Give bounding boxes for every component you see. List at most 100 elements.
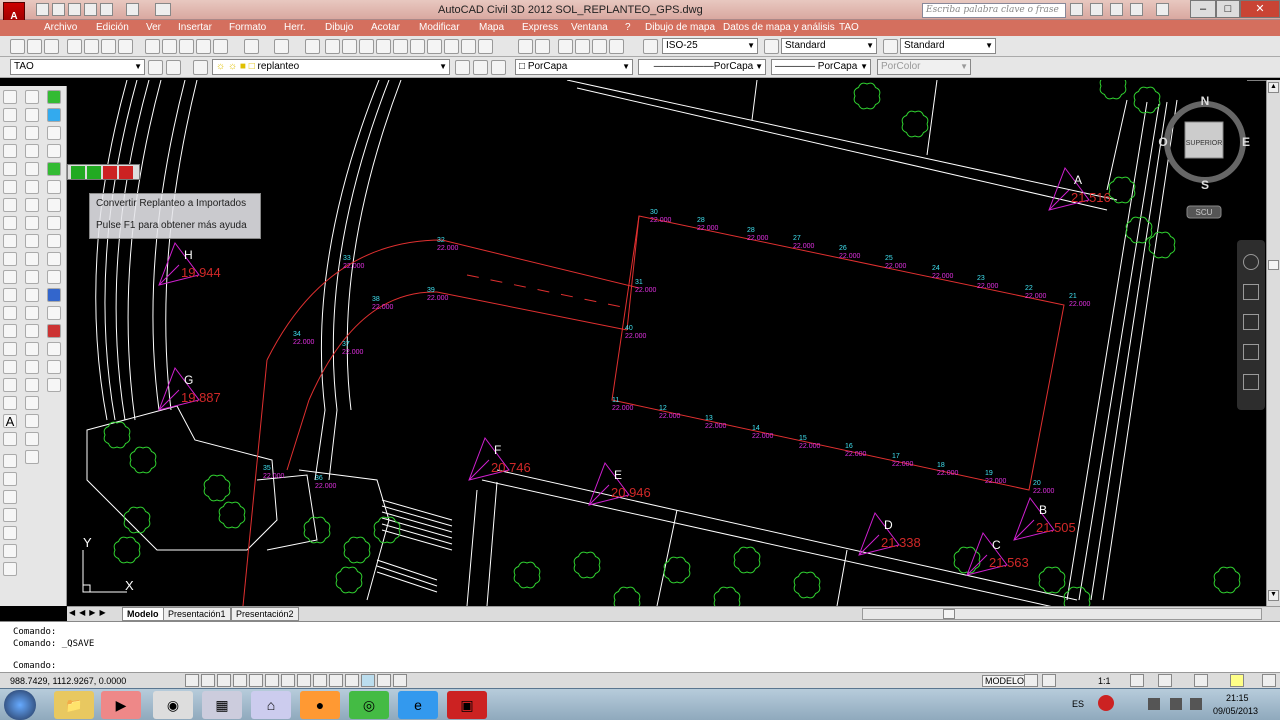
- paste-icon[interactable]: [179, 39, 194, 54]
- command-prompt[interactable]: Comando:: [13, 661, 56, 671]
- open-icon[interactable]: [27, 39, 42, 54]
- model-space-button[interactable]: MODELO: [982, 675, 1028, 687]
- action-center-icon[interactable]: [1098, 695, 1114, 711]
- 3dosnap-icon[interactable]: [281, 674, 295, 687]
- help-icon[interactable]: [478, 39, 493, 54]
- drawing-canvas[interactable]: 11 22.000 12 22.000 13 22.000 14 22.000 15 22.000…: [67, 80, 1266, 606]
- tao-tool13-icon[interactable]: [47, 306, 61, 320]
- blend-icon[interactable]: [25, 378, 39, 392]
- scroll-down-icon[interactable]: ▼: [1268, 590, 1279, 601]
- menu-ventana[interactable]: Ventana: [571, 22, 608, 33]
- lwt-icon[interactable]: [345, 674, 359, 687]
- layers6-icon[interactable]: [3, 544, 17, 558]
- mirror-icon[interactable]: [25, 126, 39, 140]
- internet-explorer-taskbar-icon[interactable]: e: [398, 691, 438, 719]
- erase-icon[interactable]: [25, 90, 39, 104]
- 3d-dwf-icon[interactable]: [118, 39, 133, 54]
- orbit-icon[interactable]: [1243, 344, 1259, 360]
- menu-ver[interactable]: Ver: [146, 22, 161, 33]
- zoom-window-icon[interactable]: [342, 39, 357, 54]
- region-icon[interactable]: [3, 378, 17, 392]
- snap-icon[interactable]: [201, 674, 215, 687]
- menu-dibujo[interactable]: Dibujo: [325, 22, 353, 33]
- maximize-button[interactable]: □: [1216, 0, 1240, 18]
- rectangle-icon[interactable]: [3, 162, 17, 176]
- circle-icon[interactable]: [3, 198, 17, 212]
- chamfer-icon[interactable]: [25, 342, 39, 356]
- point-28[interactable]: 2822.000: [747, 227, 769, 242]
- point-19[interactable]: 1922.000: [985, 470, 1007, 485]
- pan-hand-icon[interactable]: [1243, 284, 1259, 300]
- menu-acotar[interactable]: Acotar: [371, 22, 400, 33]
- point-37[interactable]: 3722.000: [342, 341, 364, 356]
- station-B[interactable]: B 21.505: [1013, 496, 1076, 541]
- quick-view-drawings-icon[interactable]: [1042, 674, 1056, 687]
- tao-tool1-icon[interactable]: [47, 90, 61, 104]
- line-icon[interactable]: [3, 90, 17, 104]
- firefox-taskbar-icon[interactable]: ●: [300, 691, 340, 719]
- point-40[interactable]: 4022.000: [625, 325, 647, 340]
- clock-date[interactable]: 09/05/2013: [1213, 706, 1258, 716]
- layers2-icon[interactable]: [3, 472, 17, 486]
- point-22[interactable]: 2222.000: [1025, 285, 1047, 300]
- point-icon[interactable]: [3, 324, 17, 338]
- tao-tool4-icon[interactable]: [47, 144, 61, 158]
- tao-import-icon[interactable]: [71, 166, 85, 179]
- point-30[interactable]: 3022.000: [650, 209, 672, 224]
- favorites-icon[interactable]: [1130, 3, 1143, 16]
- save-icon[interactable]: [68, 3, 81, 16]
- layers4-icon[interactable]: [3, 508, 17, 522]
- tao-tool8-icon[interactable]: [47, 216, 61, 230]
- tao-tool10-icon[interactable]: [47, 252, 61, 266]
- point-26[interactable]: 2622.000: [839, 245, 861, 260]
- station-F[interactable]: F 20.746: [468, 436, 531, 481]
- viewcube-face-label[interactable]: SUPERIOR: [1186, 140, 1223, 147]
- cut-icon[interactable]: [145, 39, 160, 54]
- color-select[interactable]: □ PorCapa ▼: [515, 59, 633, 75]
- block-editor-icon[interactable]: [213, 39, 228, 54]
- map-icon[interactable]: [518, 39, 533, 54]
- polygon-icon[interactable]: [3, 144, 17, 158]
- tao-export2-icon[interactable]: [119, 166, 133, 179]
- tao-tool12-icon[interactable]: [47, 288, 61, 302]
- tao-tool3-icon[interactable]: [47, 126, 61, 140]
- menu-mapa[interactable]: Mapa: [479, 22, 504, 33]
- tao-export-icon[interactable]: [103, 166, 117, 179]
- menu-archivo[interactable]: Archivo: [44, 22, 77, 33]
- explorer-taskbar-icon[interactable]: 📁: [54, 691, 94, 719]
- linetype-select[interactable]: ——————PorCapa ▼: [638, 59, 766, 75]
- hp-taskbar-icon[interactable]: ⌂: [251, 691, 291, 719]
- scroll-thumb[interactable]: [1268, 260, 1279, 270]
- save-icon[interactable]: [44, 39, 59, 54]
- command-line[interactable]: Comando: Comando: _QSAVE Comando:: [0, 621, 1280, 673]
- quick-view-layouts-icon[interactable]: [1024, 674, 1038, 687]
- tab-modelo[interactable]: Modelo: [122, 607, 164, 621]
- annotation-visibility-icon[interactable]: [1130, 674, 1144, 687]
- publish-icon[interactable]: [101, 39, 116, 54]
- zoom-previous-icon[interactable]: [359, 39, 374, 54]
- tao-tool6-icon[interactable]: [47, 180, 61, 194]
- station-G[interactable]: G 19.887: [158, 366, 221, 411]
- polyline-icon[interactable]: [3, 126, 17, 140]
- point-18[interactable]: 1822.000: [937, 462, 959, 477]
- ellipse-icon[interactable]: [3, 252, 17, 266]
- copy-object-icon[interactable]: [25, 108, 39, 122]
- dim-style-select[interactable]: ISO-25 ▼: [662, 38, 758, 54]
- redo-icon[interactable]: [274, 39, 289, 54]
- tao-tool5-icon[interactable]: [47, 162, 61, 176]
- trim-icon[interactable]: [25, 252, 39, 266]
- point-12[interactable]: 1222.000: [659, 405, 681, 420]
- network-icon[interactable]: [1148, 698, 1160, 710]
- layer-select[interactable]: ☼ ☼ ■ □ replanteo ▼: [212, 59, 450, 75]
- extend-icon[interactable]: [25, 270, 39, 284]
- media-player-taskbar-icon[interactable]: ▶: [101, 691, 141, 719]
- stretch-icon[interactable]: [25, 234, 39, 248]
- point-15[interactable]: 1522.000: [799, 435, 821, 450]
- point-34[interactable]: 3422.000: [293, 331, 315, 346]
- point-23[interactable]: 2322.000: [977, 275, 999, 290]
- point-17[interactable]: 1722.000: [892, 453, 914, 468]
- subscription-icon[interactable]: [1090, 3, 1103, 16]
- redo-icon[interactable]: [126, 3, 139, 16]
- tao-tool11-icon[interactable]: [47, 270, 61, 284]
- scroll-up-icon[interactable]: ▲: [1268, 82, 1279, 93]
